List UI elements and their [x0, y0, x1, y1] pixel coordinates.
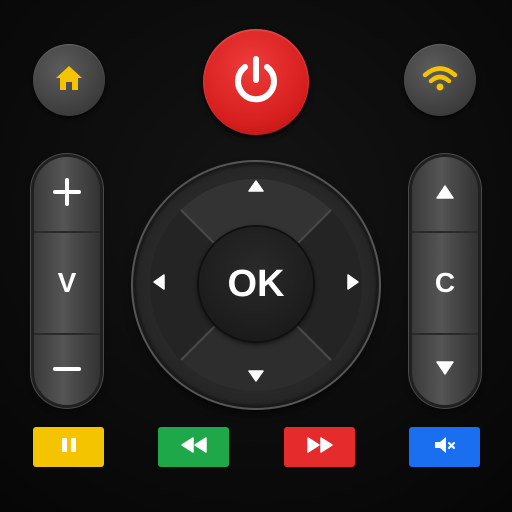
channel-rocker: C — [412, 157, 478, 405]
dpad-down-button[interactable] — [241, 363, 271, 393]
fast-forward-button[interactable] — [284, 427, 355, 467]
remote-control: V C OK — [0, 0, 512, 512]
dpad-right-button[interactable] — [338, 269, 368, 299]
minus-icon — [52, 361, 82, 379]
arrow-right-icon — [347, 273, 359, 295]
home-icon — [54, 64, 84, 97]
home-button[interactable] — [33, 44, 105, 116]
plus-icon — [52, 177, 82, 212]
power-icon — [230, 54, 282, 111]
pause-button[interactable] — [33, 427, 104, 467]
triangle-up-icon — [436, 184, 454, 204]
rewind-icon — [179, 436, 209, 459]
dpad-up-button[interactable] — [241, 173, 271, 203]
triangle-down-icon — [436, 360, 454, 380]
wifi-button[interactable] — [404, 44, 476, 116]
rewind-button[interactable] — [158, 427, 229, 467]
pause-icon — [59, 436, 79, 459]
channel-up-button[interactable] — [412, 157, 478, 231]
volume-label: V — [57, 267, 77, 298]
channel-label: C — [434, 267, 456, 298]
mute-icon — [432, 435, 458, 460]
ok-button[interactable]: OK — [199, 227, 313, 341]
arrow-left-icon — [153, 273, 165, 295]
fast-forward-icon — [305, 436, 335, 459]
mute-button[interactable] — [409, 427, 480, 467]
volume-down-button[interactable] — [34, 335, 100, 405]
power-button[interactable] — [203, 29, 309, 135]
volume-rocker: V — [34, 157, 100, 405]
channel-down-button[interactable] — [412, 335, 478, 405]
volume-up-button[interactable] — [34, 157, 100, 231]
arrow-down-icon — [248, 369, 264, 387]
wifi-icon — [422, 64, 458, 97]
arrow-up-icon — [248, 179, 264, 197]
dpad-left-button[interactable] — [144, 269, 174, 299]
